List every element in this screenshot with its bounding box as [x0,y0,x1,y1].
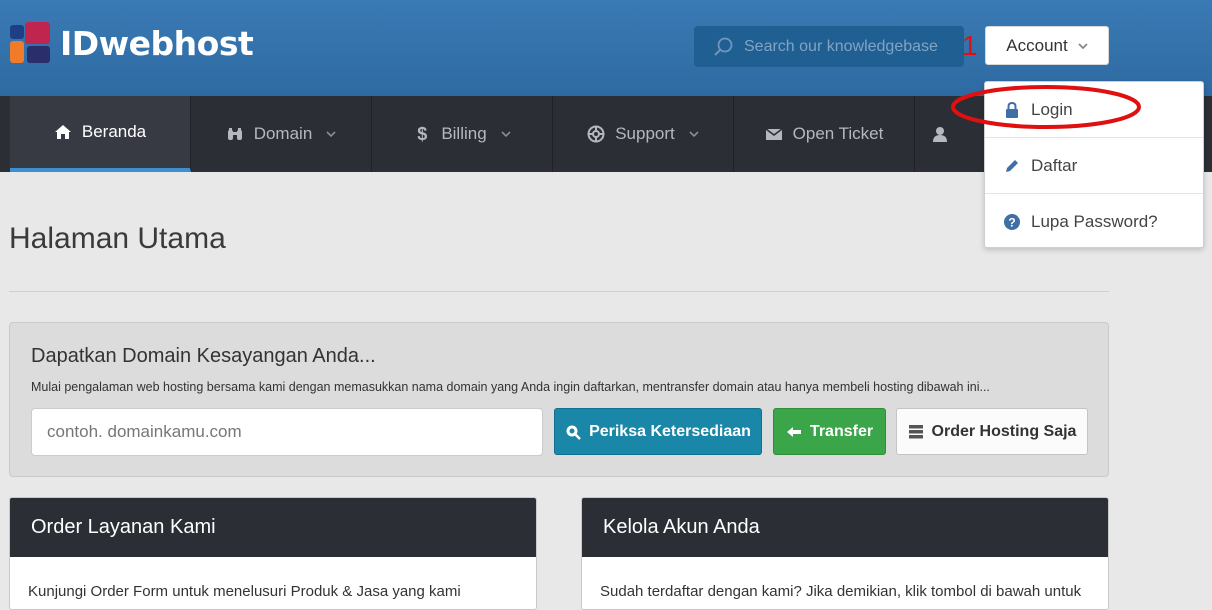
title-divider [9,291,1109,292]
nav-label: Domain [253,124,313,143]
knowledgebase-search[interactable] [694,26,964,67]
nav-item-billing[interactable]: $ Billing [372,96,553,172]
binoculars-icon [227,128,242,140]
panel-body-text: Sudah terdaftar dengan kami? Jika demiki… [600,583,1082,600]
nav-item-support[interactable]: Support [553,96,734,172]
menu-item-login[interactable]: Login [985,82,1203,138]
page-title: Halaman Utama [9,222,226,255]
transfer-label: Transfer [809,422,874,440]
chevron-down-icon [326,131,336,138]
menu-item-label: Login [1031,99,1073,119]
account-button-label: Account [1006,35,1068,55]
panel-heading: Kelola Akun Anda [582,498,1108,557]
pencil-icon [1006,159,1018,172]
nav-label: Beranda [81,122,147,141]
home-icon [54,125,71,139]
check-availability-button[interactable]: Periksa Ketersediaan [554,408,762,455]
menu-item-label: Daftar [1031,155,1078,175]
menu-item-lupa-password[interactable]: ? Lupa Password? [985,194,1203,250]
check-availability-label: Periksa Ketersediaan [589,422,751,440]
manage-account-panel: Kelola Akun Anda Sudah terdaftar dengan … [581,497,1109,610]
domain-search-heading: Dapatkan Domain Kesayangan Anda... [31,345,376,367]
annotation-step-1: 1 [962,30,978,61]
brand-logo[interactable]: IDwebhost [10,22,254,64]
knowledgebase-search-input[interactable] [744,37,954,56]
logo-mark-icon [10,22,52,64]
nav-item-beranda[interactable]: Beranda [10,96,191,172]
server-icon [908,424,923,438]
nav-item-domain[interactable]: Domain [191,96,372,172]
nav-label: Support [615,124,675,143]
menu-item-daftar[interactable]: Daftar [985,138,1203,194]
lock-icon [1006,101,1018,118]
user-icon [933,127,947,142]
reply-icon [786,426,801,437]
envelope-icon [765,128,783,140]
domain-search-box: Dapatkan Domain Kesayangan Anda... Mulai… [9,322,1109,477]
domain-input[interactable] [31,408,543,456]
order-services-panel: Order Layanan Kami Kunjungi Order Form u… [9,497,537,610]
dollar-icon: $ [417,124,428,144]
panel-heading: Order Layanan Kami [10,498,536,557]
account-dropdown-menu: Login Daftar ? Lupa Password? [984,81,1204,248]
brand-name: IDwebhost [60,23,254,63]
search-icon [566,425,581,440]
menu-item-label: Lupa Password? [1031,212,1158,231]
chevron-down-icon [1078,42,1088,49]
order-hosting-label: Order Hosting Saja [931,422,1077,440]
question-circle-icon: ? [1004,214,1020,230]
lifebuoy-icon [587,125,605,143]
chevron-down-icon [689,131,699,138]
transfer-button[interactable]: Transfer [773,408,886,455]
panel-body-text: Kunjungi Order Form untuk menelusuri Pro… [28,583,461,600]
svg-text:?: ? [1008,216,1015,230]
nav-label: Open Ticket [792,124,884,143]
search-icon [714,37,733,56]
domain-search-description: Mulai pengalaman web hosting bersama kam… [31,380,990,394]
order-hosting-button[interactable]: Order Hosting Saja [896,408,1088,455]
nav-label: Billing [441,124,487,143]
account-button[interactable]: Account [985,26,1109,65]
chevron-down-icon [501,131,511,138]
nav-item-open-ticket[interactable]: Open Ticket [734,96,915,172]
